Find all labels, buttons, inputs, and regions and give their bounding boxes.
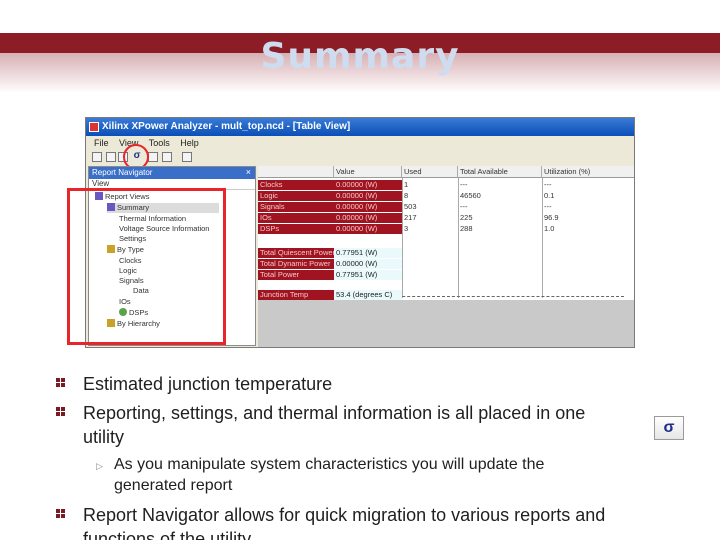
table-view: Value Used Total Available Utilization (… <box>258 166 634 347</box>
app-icon <box>89 122 99 132</box>
bullet-junction-temperature: Estimated junction temperature <box>83 374 333 394</box>
bullet-icon <box>56 407 66 417</box>
menu-help[interactable]: Help <box>180 138 199 148</box>
col-header-utilization[interactable]: Utilization (%) <box>542 166 634 178</box>
col-header-used[interactable]: Used <box>402 166 458 178</box>
table-header: Value Used Total Available Utilization (… <box>258 166 634 178</box>
row-util-signals: --- <box>544 202 552 211</box>
row-used-clocks: 1 <box>404 180 409 189</box>
row-label-ios: IOs <box>258 213 334 223</box>
menu-tools[interactable]: Tools <box>149 138 170 148</box>
col-header-value[interactable]: Value <box>334 166 402 178</box>
bullet-icon <box>56 509 66 519</box>
sub-bullet-manipulate-line2: generated report <box>114 477 233 494</box>
row-total-logic: 46560 <box>460 191 481 200</box>
close-icon[interactable]: × <box>246 167 251 177</box>
navigator-highlight-box <box>67 188 226 345</box>
row-util-clocks: --- <box>544 180 552 189</box>
window-title: Xilinx XPower Analyzer - mult_top.ncd - … <box>102 121 351 132</box>
row-value-total-power: 0.77951 (W) <box>334 270 402 280</box>
save-icon[interactable] <box>106 152 116 162</box>
row-value-dynamic-power: 0.00000 (W) <box>334 259 402 269</box>
row-value-quiescent-power: 0.77951 (W) <box>334 248 402 258</box>
table-empty-area <box>258 300 634 347</box>
row-util-dsps: 1.0 <box>544 224 555 233</box>
row-label-junction-temp: Junction Temp <box>258 290 334 300</box>
col-header-total[interactable]: Total Available <box>458 166 542 178</box>
row-total-ios: 225 <box>460 213 473 222</box>
row-label-total-power: Total Power <box>258 270 334 280</box>
row-used-dsps: 3 <box>404 224 409 233</box>
bullet-icon <box>56 378 66 388</box>
row-used-ios: 217 <box>404 213 417 222</box>
slide-title: Summary <box>260 36 460 77</box>
row-value-ios: 0.00000 (W) <box>334 213 402 223</box>
row-total-signals: --- <box>460 202 468 211</box>
menu-file[interactable]: File <box>94 138 109 148</box>
sigma-icon: σ <box>654 416 684 440</box>
row-total-dsps: 288 <box>460 224 473 233</box>
bullet-navigator-line1: Report Navigator allows for quick migrat… <box>83 505 606 525</box>
row-value-dsps: 0.00000 (W) <box>334 224 402 234</box>
row-value-signals: 0.00000 (W) <box>334 202 402 212</box>
row-util-logic: 0.1 <box>544 191 555 200</box>
row-label-dynamic-power: Total Dynamic Power <box>258 259 334 269</box>
bullet-navigator-line2: functions of the utility <box>83 529 252 540</box>
report-icon[interactable] <box>162 152 172 162</box>
sub-bullet-manipulate-line1: As you manipulate system characteristics… <box>114 456 545 473</box>
sub-bullet-icon: ▷ <box>96 461 103 471</box>
row-label-clocks: Clocks <box>258 180 334 190</box>
row-value-junction-temp: 53.4 (degrees C) <box>334 290 402 300</box>
row-label-logic: Logic <box>258 191 334 201</box>
row-total-clocks: --- <box>460 180 468 189</box>
row-label-dsps: DSPs <box>258 224 334 234</box>
row-label-signals: Signals <box>258 202 334 212</box>
settings-icon[interactable] <box>148 152 158 162</box>
report-navigator-header: Report Navigator × <box>89 167 255 179</box>
bullet-reporting-line1: Reporting, settings, and thermal informa… <box>83 403 586 423</box>
row-used-logic: 8 <box>404 191 409 200</box>
menu-bar: File View Tools Help <box>86 136 634 150</box>
row-util-ios: 96.9 <box>544 213 559 222</box>
row-value-logic: 0.00000 (W) <box>334 191 402 201</box>
open-icon[interactable] <box>92 152 102 162</box>
row-label-quiescent-power: Total Quiescent Power <box>258 248 334 258</box>
table-view-icon[interactable] <box>182 152 192 162</box>
row-used-signals: 503 <box>404 202 417 211</box>
bullet-reporting-line2: utility <box>83 427 125 447</box>
slide: Summary Xilinx XPower Analyzer - mult_to… <box>0 0 720 540</box>
row-value-clocks: 0.00000 (W) <box>334 180 402 190</box>
col-header-name[interactable] <box>258 166 334 178</box>
toolbar: σ <box>86 150 634 166</box>
window-titlebar: Xilinx XPower Analyzer - mult_top.ncd - … <box>86 118 634 136</box>
